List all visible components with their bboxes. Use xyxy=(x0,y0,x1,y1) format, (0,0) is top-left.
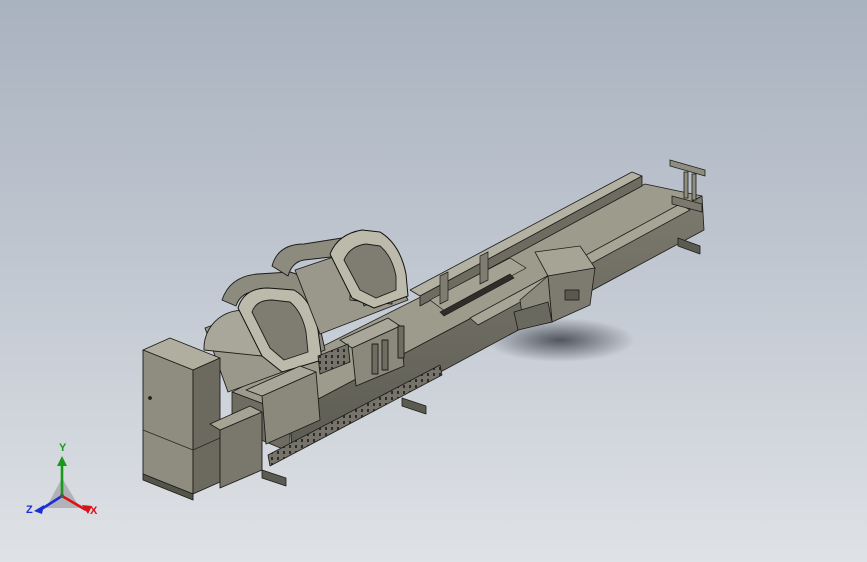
y-axis-label: Y xyxy=(59,442,67,454)
end-stop-assembly[interactable] xyxy=(669,159,706,213)
carriage-post-2 xyxy=(479,251,489,285)
end-stop-post-right xyxy=(691,173,697,201)
foot-middle xyxy=(401,397,427,415)
cabinet-handle xyxy=(148,396,152,400)
y-axis-arrow xyxy=(57,456,67,466)
cabinet-front xyxy=(142,349,194,495)
z-axis-label: Z xyxy=(26,504,33,516)
column-c xyxy=(397,325,405,359)
carriage-post xyxy=(439,271,449,305)
foot-right xyxy=(677,237,701,255)
triad-origin xyxy=(60,494,64,498)
column-a xyxy=(371,343,379,375)
x-axis-label: X xyxy=(90,505,98,517)
column-b xyxy=(381,339,389,371)
cad-model-view[interactable] xyxy=(0,0,867,562)
coordinate-triad xyxy=(34,456,92,514)
hopper-plate xyxy=(564,289,580,301)
foot-left xyxy=(261,469,287,487)
end-stop-post-left xyxy=(683,171,689,199)
graphics-viewport[interactable]: Y X Z xyxy=(0,0,867,562)
z-axis-arrow xyxy=(34,505,44,514)
